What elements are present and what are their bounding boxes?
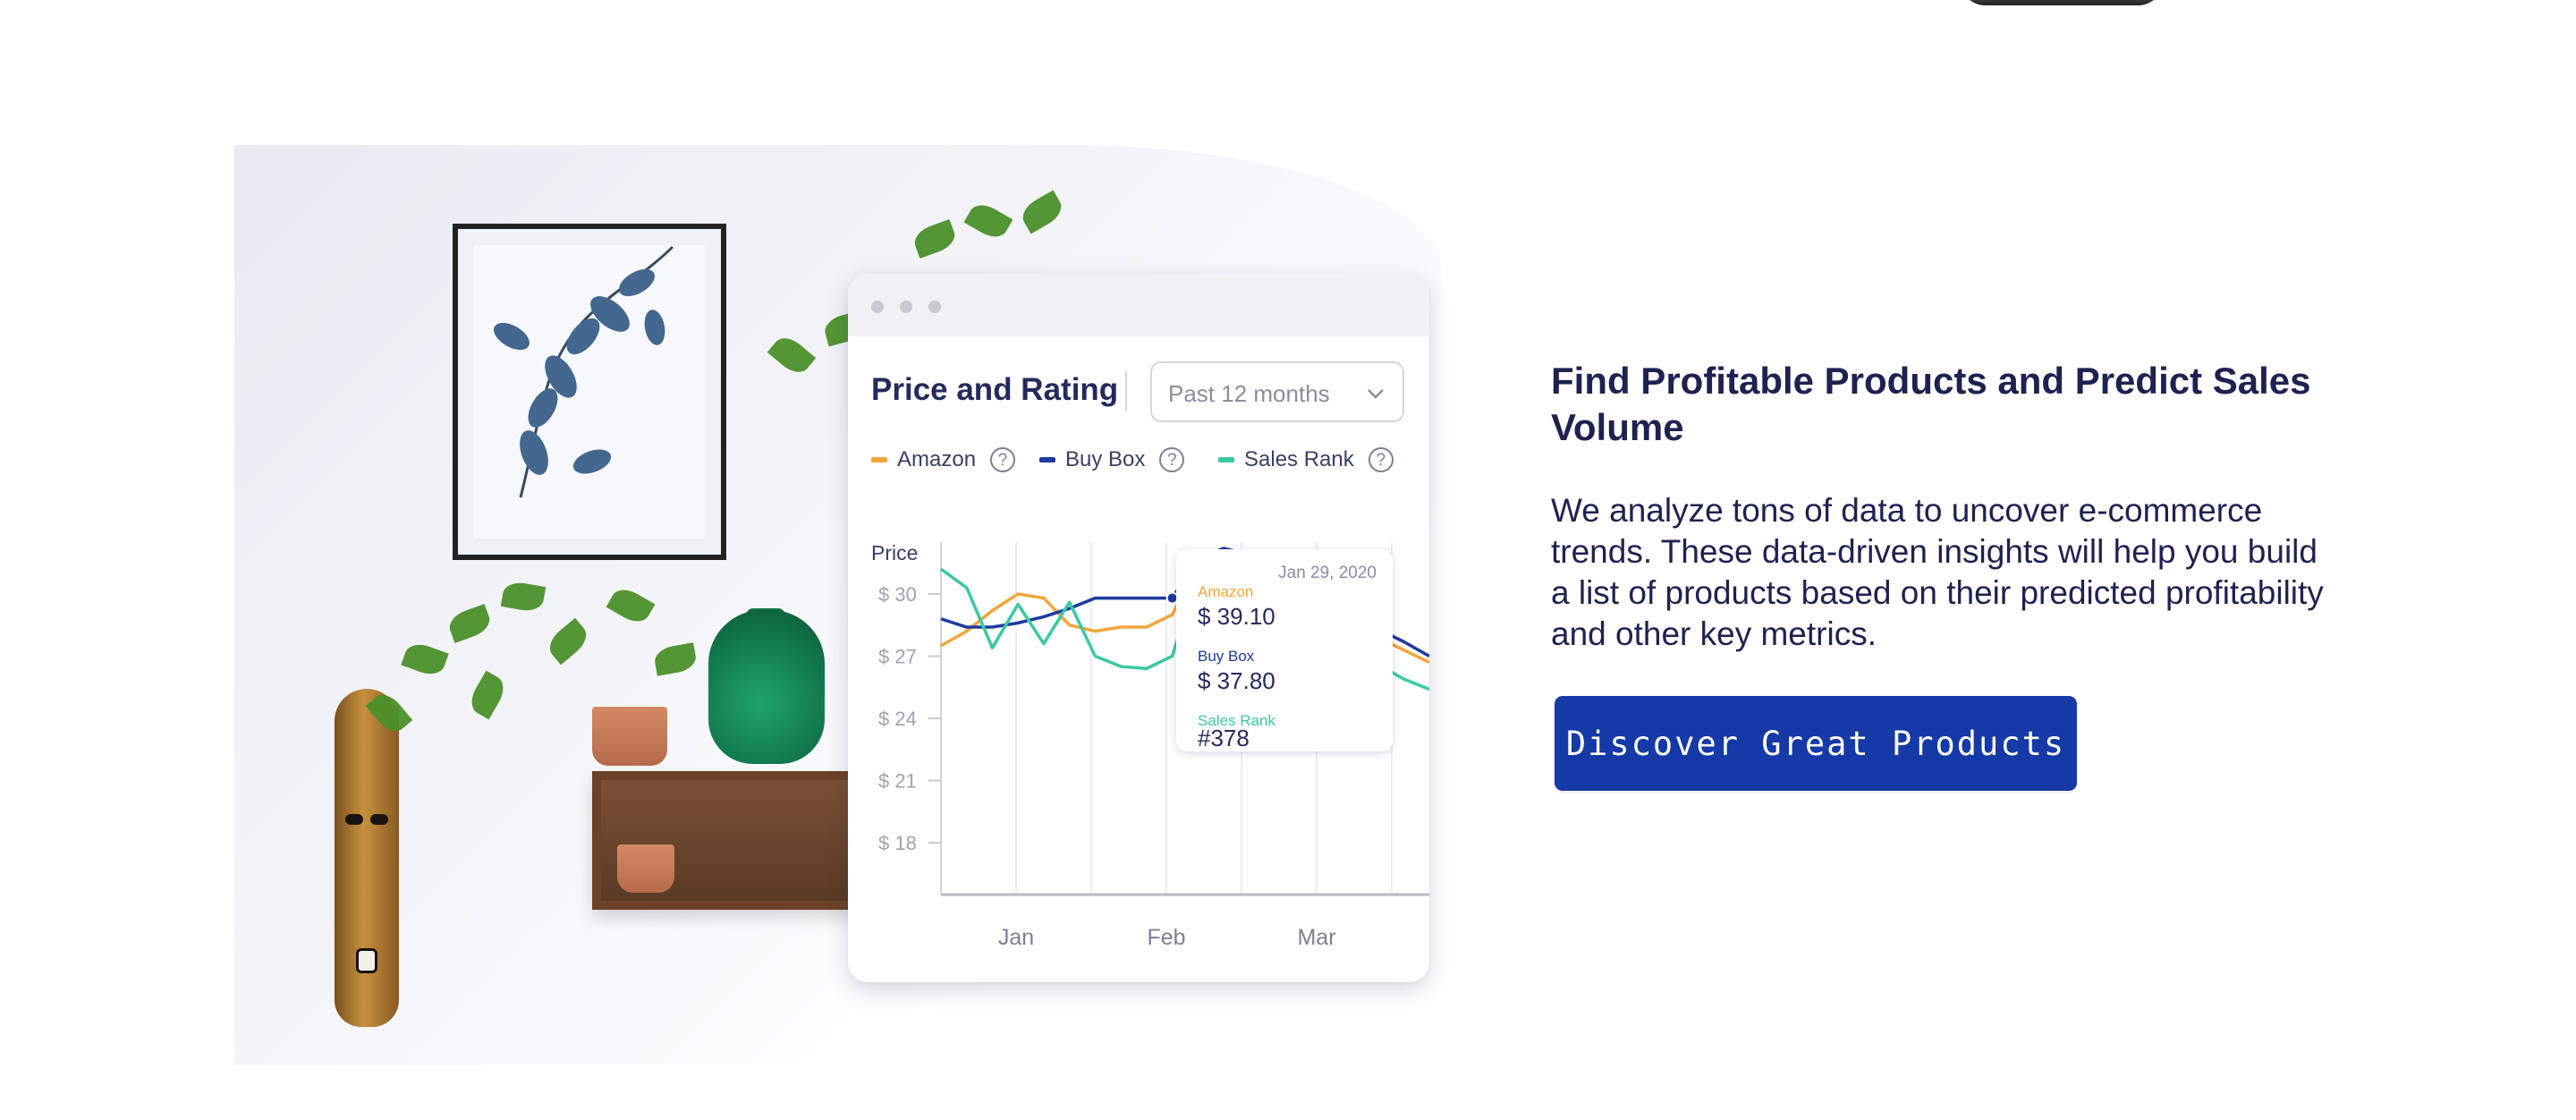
green-vase: [708, 610, 825, 764]
tooltip-label-amazon: Amazon: [1198, 583, 1254, 600]
tooltip-label-buy-box: Buy Box: [1198, 648, 1255, 665]
mask-eye: [345, 814, 363, 825]
x-tick-label: Jan: [998, 925, 1034, 950]
tooltip-value-amazon: $ 39.10: [1198, 603, 1275, 630]
tooltip-date: Jan 29, 2020: [1278, 564, 1377, 582]
y-tick-label: $ 21: [878, 770, 917, 793]
y-tick-label: $ 30: [878, 583, 917, 606]
leaf: [606, 583, 656, 628]
section-description: We analyze tons of data to uncover e-com…: [1551, 492, 2324, 652]
tooltip-value-buy-box: $ 37.80: [1198, 667, 1275, 694]
previous-section-image-edge: [1959, 0, 2165, 5]
x-tick-label: Mar: [1297, 925, 1335, 950]
discover-products-button[interactable]: Discover Great Products: [1555, 696, 2077, 791]
y-tick-label: $ 27: [878, 645, 917, 667]
leaf: [1017, 190, 1067, 234]
mask-eye: [370, 814, 388, 825]
leaf: [465, 670, 510, 720]
leaf: [543, 617, 593, 666]
feature-section: Price and Rating Past 12 months Amazon ?…: [0, 0, 2576, 1120]
leaf: [652, 642, 699, 676]
leaf: [445, 604, 494, 643]
leaf: [963, 199, 1013, 243]
leaf-print-illustration: [494, 245, 674, 498]
y-tick-label: $ 24: [878, 708, 917, 730]
leaf: [767, 331, 817, 379]
price-rating-card: Price and Rating Past 12 months Amazon ?…: [848, 274, 1429, 982]
mask-mouth: [356, 948, 377, 973]
plant-pot: [592, 707, 667, 766]
wooden-mask: [335, 689, 399, 1027]
leaf: [401, 640, 449, 679]
y-axis-label: Price: [871, 541, 918, 564]
y-tick-label: $ 18: [878, 832, 917, 854]
leaf: [500, 580, 547, 614]
section-heading: Find Profitable Products and Predict Sal…: [1551, 360, 2311, 448]
chart-tooltip: Jan 29, 2020 Amazon $ 39.10 Buy Box $ 37…: [1176, 549, 1393, 751]
tooltip-value-sales-rank: #378: [1198, 725, 1250, 751]
framed-leaf-print: [453, 224, 726, 560]
x-tick-label: Feb: [1147, 925, 1185, 950]
leaf: [911, 219, 959, 259]
cactus-pot: [617, 844, 674, 893]
